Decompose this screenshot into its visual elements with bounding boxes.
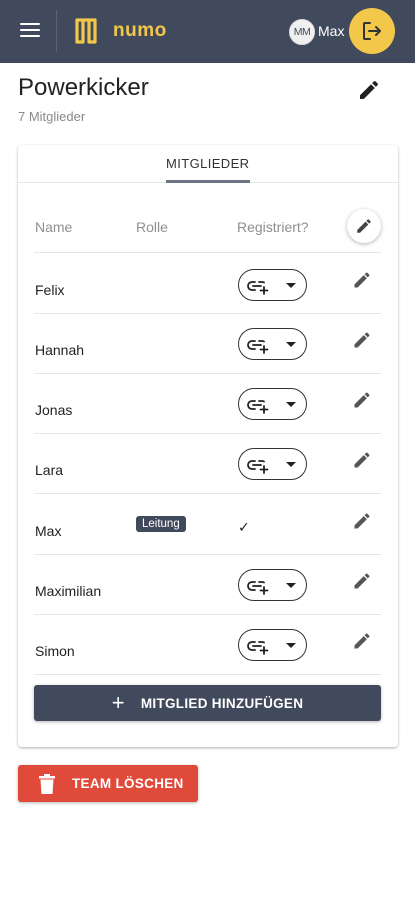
tab-bar: MITGLIEDER [18, 145, 398, 183]
members-card: MITGLIEDER Name Rolle Registriert? Felix… [18, 145, 398, 747]
trash-icon [39, 773, 55, 794]
divider [34, 313, 381, 314]
caret-down-icon [286, 583, 296, 588]
delete-team-label: TEAM LÖSCHEN [72, 776, 184, 791]
link-add-icon [247, 400, 269, 414]
plus-icon: + [111, 690, 125, 715]
divider [34, 493, 381, 494]
tab-indicator [166, 180, 250, 183]
edit-member-button[interactable] [352, 270, 372, 290]
link-add-icon [247, 641, 269, 655]
edit-icon [357, 219, 371, 233]
caret-down-icon [286, 283, 296, 288]
edit-member-button[interactable] [352, 390, 372, 410]
edit-member-button[interactable] [352, 330, 372, 350]
caret-down-icon [286, 402, 296, 407]
link-add-icon [247, 460, 269, 474]
member-name: Simon [35, 643, 75, 659]
edit-team-button[interactable] [357, 78, 381, 102]
caret-down-icon [286, 342, 296, 347]
column-header-role: Rolle [136, 219, 168, 235]
role-badge: Leitung [136, 516, 186, 532]
edit-member-button[interactable] [352, 511, 372, 531]
page-title: Powerkicker [18, 74, 149, 101]
registered-check: ✓ [238, 519, 250, 535]
user-name[interactable]: Max [318, 23, 344, 39]
link-add-icon [247, 281, 269, 295]
column-header-registered: Registriert? [237, 219, 309, 235]
caret-down-icon [286, 462, 296, 467]
link-add-icon [247, 340, 269, 354]
edit-member-button[interactable] [352, 571, 372, 591]
avatar[interactable]: MM [289, 19, 315, 45]
registration-link-select[interactable] [238, 269, 307, 301]
registration-link-select[interactable] [238, 388, 307, 420]
caret-down-icon [286, 643, 296, 648]
add-member-button[interactable]: + MITGLIED HINZUFÜGEN [34, 685, 381, 721]
link-add-icon [247, 581, 269, 595]
logout-icon [363, 22, 381, 40]
app-logo-text: numo [113, 20, 167, 41]
add-member-label: MITGLIED HINZUFÜGEN [140, 695, 304, 711]
tab-members[interactable]: MITGLIEDER [166, 156, 249, 171]
member-name: Felix [35, 282, 65, 298]
column-header-name: Name [35, 219, 73, 235]
logo-icon [75, 18, 97, 44]
divider [34, 373, 381, 374]
member-name: Jonas [35, 402, 73, 418]
registration-link-select[interactable] [238, 569, 307, 601]
registration-link-select[interactable] [238, 629, 307, 661]
edit-member-button[interactable] [352, 450, 372, 470]
logout-button[interactable] [349, 8, 395, 54]
registration-link-select[interactable] [238, 328, 307, 360]
menu-icon[interactable] [20, 22, 40, 38]
delete-team-button[interactable]: TEAM LÖSCHEN [18, 765, 198, 802]
member-count: 7 Mitglieder [18, 109, 86, 124]
registration-link-select[interactable] [238, 448, 307, 480]
member-name: Lara [35, 462, 64, 478]
member-name: Maximilian [35, 583, 102, 599]
member-name: Max [35, 523, 62, 539]
edit-members-button[interactable] [347, 209, 381, 243]
top-app-bar: numo MM Max [0, 0, 415, 63]
divider [34, 554, 381, 555]
header-divider [56, 10, 57, 52]
divider [34, 433, 381, 434]
divider [34, 674, 381, 675]
edit-member-button[interactable] [352, 631, 372, 651]
divider [34, 252, 381, 253]
member-name: Hannah [35, 342, 85, 358]
divider [34, 614, 381, 615]
